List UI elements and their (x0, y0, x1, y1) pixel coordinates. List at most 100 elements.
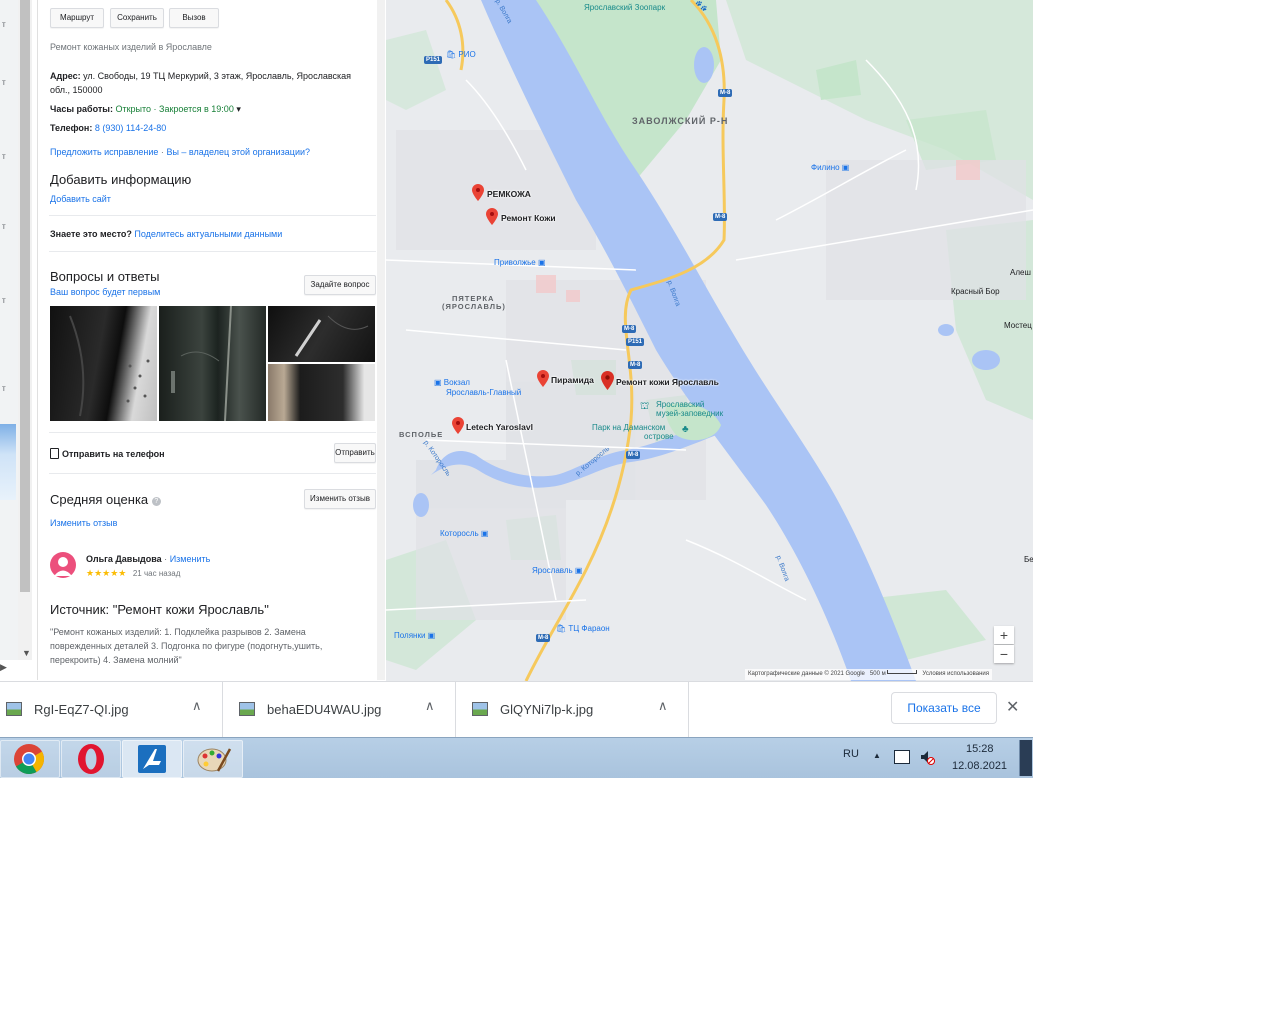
send-to-phone-row[interactable]: Отправить на телефон (50, 448, 165, 459)
place-filino[interactable]: Филино ▣ (811, 163, 849, 172)
avatar-person-icon (54, 557, 72, 576)
road-shield-p151: P151 (626, 338, 645, 346)
reviewer-name[interactable]: Ольга Давыдова (86, 554, 162, 564)
image-file-icon (472, 702, 488, 716)
panel-scrollbar[interactable] (377, 0, 385, 680)
downloads-bar: RgI-EqZ7-QI.jpg ∧ behaEDU4WAU.jpg ∧ GlQY… (0, 681, 1033, 738)
download-filename[interactable]: RgI-EqZ7-QI.jpg (34, 702, 129, 717)
place-park-sub[interactable]: острове (644, 432, 674, 441)
pin-label-piramida[interactable]: Пирамида (551, 375, 594, 385)
show-all-button[interactable]: Показать все (891, 692, 997, 724)
photo-jacket-3[interactable] (268, 306, 375, 362)
taskbar-chrome[interactable] (0, 740, 60, 778)
place-zoo[interactable]: Ярославский Зоопарк (584, 3, 665, 12)
chevron-up-icon[interactable]: ∧ (192, 698, 202, 714)
place-park[interactable]: Парк на Даманском (592, 423, 665, 432)
left-scrollbar[interactable] (18, 0, 32, 660)
know-place-link[interactable]: Поделитесь актуальными данными (134, 229, 282, 239)
close-icon[interactable]: ✕ (1006, 697, 1019, 717)
pin-icon[interactable] (472, 184, 484, 201)
pin-label-remont-kozhi[interactable]: Ремонт Кожи (501, 213, 556, 223)
pin-label-remont-kozhi-yaroslavl[interactable]: Ремонт кожи Ярославль (616, 377, 719, 387)
chevron-up-icon[interactable]: ∧ (658, 698, 668, 714)
pin-label-letech[interactable]: Letech Yaroslavl (466, 422, 533, 432)
place-privolzhe[interactable]: Приволжье ▣ (494, 258, 546, 267)
pin-label-remkozha[interactable]: РЕМКОЖА (487, 189, 531, 199)
avatar[interactable] (50, 552, 76, 578)
pin-icon[interactable] (537, 370, 549, 387)
place-kotorosl-station[interactable]: Которосль ▣ (440, 529, 488, 538)
zoom-out-button[interactable]: − (994, 645, 1014, 663)
taskbar-app[interactable] (122, 740, 182, 778)
address-value-line2[interactable]: обл., 150000 (50, 85, 103, 95)
network-icon[interactable] (894, 750, 910, 764)
place-pharaon[interactable]: 🛍 ТЦ Фараон (556, 624, 610, 633)
place-vokzal[interactable]: ▣ Вокзал (434, 378, 470, 387)
road-shield-m8: M-8 (626, 451, 641, 459)
edit-review-button[interactable]: Изменить отзыв (304, 489, 376, 509)
hours-dropdown-icon[interactable]: ▾ (236, 104, 241, 114)
place-vokzal-sub[interactable]: Ярославль-Главный (446, 388, 521, 397)
zoom-in-button[interactable]: + (994, 626, 1014, 644)
left-window-strip: т т т т т т (0, 0, 19, 660)
add-site-link[interactable]: Добавить сайт (50, 194, 111, 204)
left-scrollbar-thumb[interactable] (20, 0, 30, 592)
pin-icon-selected[interactable] (601, 371, 614, 390)
app-logo-icon (138, 745, 166, 773)
photo-jacket-1[interactable] (50, 306, 157, 421)
edit-review-link[interactable]: Изменить отзыв (50, 518, 117, 528)
hours-value[interactable]: Открыто · Закроется в 19:00 (115, 104, 233, 114)
scroll-down-arrow-icon[interactable]: ▼ (22, 648, 31, 658)
zoo-paw-icon[interactable]: 🐾 (695, 1, 707, 12)
museum-icon[interactable]: ⛫ (640, 401, 649, 414)
send-button[interactable]: Отправить (334, 443, 376, 463)
taskbar: RU ▲ 15:28 12.08.2021 (0, 737, 1033, 778)
map-scale[interactable]: 500 м (870, 671, 886, 677)
call-button[interactable]: Вызов (169, 8, 219, 28)
route-button[interactable]: Маршрут (50, 8, 104, 28)
divider (49, 432, 376, 433)
download-filename[interactable]: GlQYNi7lp-k.jpg (500, 702, 593, 717)
place-yaroslavl-station[interactable]: Ярославль ▣ (532, 566, 582, 575)
place-rio[interactable]: 🛍 РИО (446, 50, 476, 59)
clock-date[interactable]: 12.08.2021 (952, 760, 1007, 772)
volume-muted-icon[interactable] (919, 749, 935, 768)
phone-value[interactable]: 8 (930) 114-24-80 (95, 123, 166, 133)
place-museum-sub[interactable]: музей-заповедник (656, 409, 723, 418)
address-value[interactable]: ул. Свободы, 19 ТЦ Меркурий, 3 этаж, Яро… (83, 71, 351, 81)
suggest-edit-link[interactable]: Предложить исправление (50, 147, 158, 157)
download-item[interactable]: behaEDU4WAU.jpg ∧ (233, 682, 456, 738)
taskbar-paint[interactable] (183, 740, 243, 778)
qa-subtitle-link[interactable]: Ваш вопрос будет первым (50, 287, 160, 297)
download-item[interactable]: RgI-EqZ7-QI.jpg ∧ (0, 682, 223, 738)
scroll-right-arrow-icon[interactable]: ▶ (0, 662, 14, 678)
strip-mark: т (2, 296, 6, 305)
reviewer-edit-link[interactable]: Изменить (170, 554, 211, 564)
tray-arrow-icon[interactable]: ▲ (873, 751, 881, 760)
place-polyanki[interactable]: Полянки ▣ (394, 631, 435, 640)
map-terms[interactable]: Условия использования (922, 671, 989, 677)
map-view[interactable]: ЗАВОЛЖСКИЙ Р-Н ПЯТЕРКА (ЯРОСЛАВЛЬ) ВСПОЛ… (386, 0, 1033, 681)
language-indicator[interactable]: RU (843, 748, 859, 760)
info-icon[interactable]: ? (151, 497, 161, 506)
pin-icon[interactable] (486, 208, 498, 225)
clock-time[interactable]: 15:28 (966, 743, 994, 755)
save-button[interactable]: Сохранить (110, 8, 164, 28)
owner-link[interactable]: Вы – владелец этой организации? (166, 147, 310, 157)
chevron-up-icon[interactable]: ∧ (425, 698, 435, 714)
strip-mark: т (2, 152, 6, 161)
strip-thumbnail (0, 424, 16, 500)
ask-question-button[interactable]: Задайте вопрос (304, 275, 376, 295)
place-museum[interactable]: Ярославский (656, 400, 704, 409)
road-shield-p151: P151 (424, 56, 443, 64)
park-tree-icon[interactable]: ♣ (682, 424, 689, 435)
pin-icon[interactable] (452, 417, 464, 434)
download-filename[interactable]: behaEDU4WAU.jpg (267, 702, 381, 717)
taskbar-opera[interactable] (61, 740, 121, 778)
download-item[interactable]: GlQYNi7lp-k.jpg ∧ (466, 682, 689, 738)
photo-jacket-4[interactable] (268, 364, 375, 421)
map-canvas[interactable] (386, 0, 1033, 681)
photo-jacket-2[interactable] (159, 306, 266, 421)
map-attribution[interactable]: Картографические данные © 2021 Google (748, 671, 865, 677)
show-desktop-button[interactable] (1019, 740, 1032, 776)
